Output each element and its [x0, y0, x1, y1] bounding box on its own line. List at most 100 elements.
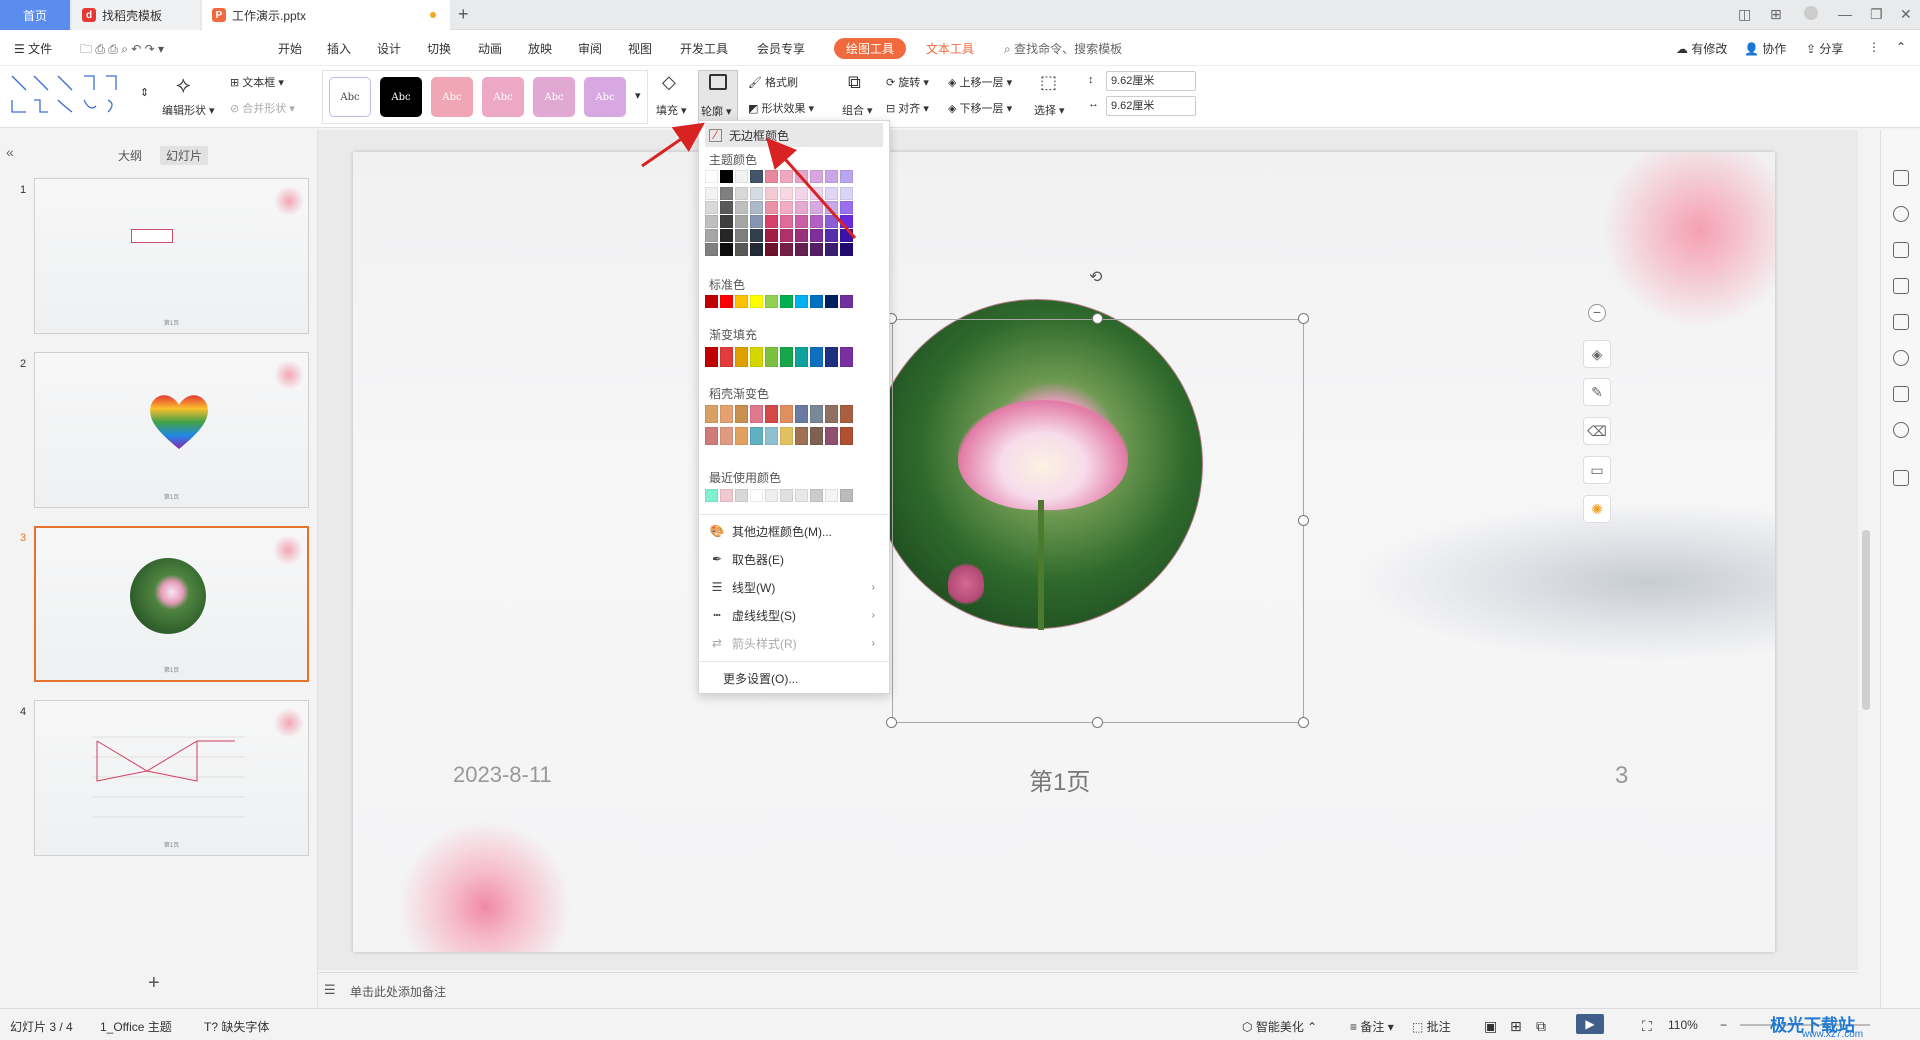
theme-shade-swatch[interactable]: [765, 229, 778, 242]
animation-icon[interactable]: [1893, 170, 1909, 186]
theme-shade-swatch[interactable]: [750, 243, 763, 256]
slide-thumb-3[interactable]: 第1页: [34, 526, 309, 682]
image-icon[interactable]: [1893, 314, 1909, 330]
pin-icon[interactable]: [1893, 242, 1909, 258]
docer-gradient-swatch[interactable]: [795, 427, 808, 445]
standard-color-swatch[interactable]: [840, 295, 853, 308]
theme-color-swatch[interactable]: [825, 170, 838, 183]
recent-color-swatch[interactable]: [840, 489, 853, 502]
theme-color-swatch[interactable]: [810, 170, 823, 183]
docer-gradient-swatch[interactable]: [795, 405, 808, 423]
theme-shade-swatch[interactable]: [780, 201, 793, 214]
gradient-color-swatch[interactable]: [720, 347, 733, 367]
tab-insert[interactable]: 插入: [327, 40, 351, 57]
theme-shade-swatch[interactable]: [825, 229, 838, 242]
notes-toggle-button[interactable]: ≡ 备注 ▾: [1350, 1018, 1394, 1035]
recent-color-swatch[interactable]: [810, 489, 823, 502]
file-menu[interactable]: ☰ 文件: [14, 40, 52, 57]
format-painter-button[interactable]: 🖌 格式刷: [748, 74, 798, 90]
standard-color-swatch[interactable]: [705, 295, 718, 308]
tab-view[interactable]: 视图: [628, 40, 652, 57]
zoom-out-icon[interactable]: −: [1720, 1018, 1727, 1032]
group-button[interactable]: 组合 ▾: [842, 102, 873, 118]
theme-shade-swatch[interactable]: [735, 201, 748, 214]
shape-style-2[interactable]: Abc: [380, 77, 422, 117]
theme-shade-swatch[interactable]: [795, 243, 808, 256]
resize-handle[interactable]: [886, 717, 897, 728]
theme-shade-swatch[interactable]: [750, 215, 763, 228]
docer-gradient-swatch[interactable]: [810, 427, 823, 445]
theme-shade-swatch[interactable]: [720, 243, 733, 256]
search-command[interactable]: ⌕ 查找命令、搜索模板: [1004, 40, 1122, 57]
theme-shade-swatch[interactable]: [840, 243, 853, 256]
theme-name[interactable]: 1_Office 主题: [100, 1018, 172, 1035]
standard-color-swatch[interactable]: [765, 295, 778, 308]
comment-button[interactable]: ⬚ 批注: [1412, 1018, 1451, 1035]
theme-shade-swatch[interactable]: [795, 201, 808, 214]
slide-footer-text[interactable]: 第1页: [1029, 762, 1090, 797]
collapse-ribbon-icon[interactable]: ⌃: [1896, 40, 1906, 54]
resize-handle[interactable]: [1298, 717, 1309, 728]
tab-animation[interactable]: 动画: [478, 40, 502, 57]
docer-gradient-swatch[interactable]: [765, 405, 778, 423]
theme-shade-swatch[interactable]: [840, 229, 853, 242]
theme-shade-swatch[interactable]: [840, 201, 853, 214]
docer-gradient-swatch[interactable]: [705, 405, 718, 423]
gradient-color-swatch[interactable]: [765, 347, 778, 367]
gradient-color-swatch[interactable]: [840, 347, 853, 367]
recent-color-swatch[interactable]: [720, 489, 733, 502]
standard-color-swatch[interactable]: [735, 295, 748, 308]
theme-shade-swatch[interactable]: [810, 201, 823, 214]
lightbulb-icon[interactable]: ✺: [1583, 495, 1611, 523]
theme-shade-swatch[interactable]: [705, 229, 718, 242]
shape-style-5[interactable]: Abc: [533, 77, 575, 117]
theme-shade-swatch[interactable]: [810, 187, 823, 200]
collab-button[interactable]: 👤 协作: [1744, 40, 1786, 57]
theme-color-swatch[interactable]: [840, 170, 853, 183]
docer-gradient-swatch[interactable]: [720, 427, 733, 445]
outline-float-icon[interactable]: ▭: [1583, 456, 1611, 484]
theme-shade-swatch[interactable]: [795, 187, 808, 200]
resize-handle[interactable]: [1298, 515, 1309, 526]
line-type-item[interactable]: ☰ 线型(W) ›: [705, 575, 883, 599]
restore-icon[interactable]: ❐: [1870, 6, 1883, 23]
theme-shade-swatch[interactable]: [780, 243, 793, 256]
theme-shade-swatch[interactable]: [825, 187, 838, 200]
smart-beautify-button[interactable]: ⬡ 智能美化 ⌃: [1242, 1018, 1317, 1035]
width-input[interactable]: 9.62厘米: [1106, 96, 1196, 116]
tab-slides[interactable]: 幻灯片: [160, 146, 209, 165]
dash-type-item[interactable]: ┅ 虚线线型(S) ›: [705, 603, 883, 627]
theme-shade-swatch[interactable]: [825, 201, 838, 214]
docer-gradient-swatch[interactable]: [750, 427, 763, 445]
more-border-colors-item[interactable]: 🎨 其他边框颜色(M)...: [705, 519, 883, 543]
docer-gradient-swatch[interactable]: [735, 427, 748, 445]
play-icon[interactable]: ▶: [1576, 1014, 1604, 1034]
docer-gradient-swatch[interactable]: [780, 405, 793, 423]
add-note-placeholder[interactable]: 单击此处添加备注: [350, 983, 446, 1000]
fit-window-icon[interactable]: ⛶: [1642, 1018, 1652, 1035]
theme-shade-swatch[interactable]: [810, 215, 823, 228]
theme-shade-swatch[interactable]: [840, 187, 853, 200]
theme-shade-swatch[interactable]: [765, 187, 778, 200]
gradient-color-swatch[interactable]: [825, 347, 838, 367]
minimize-icon[interactable]: —: [1838, 6, 1852, 22]
theme-color-swatch[interactable]: [780, 170, 793, 183]
docer-gradient-swatch[interactable]: [825, 427, 838, 445]
height-input[interactable]: 9.62厘米: [1106, 71, 1196, 91]
theme-shade-swatch[interactable]: [780, 215, 793, 228]
standard-color-swatch[interactable]: [720, 295, 733, 308]
docer-gradient-swatch[interactable]: [840, 405, 853, 423]
layout-icon[interactable]: ◫: [1738, 6, 1751, 23]
arrow-style-item[interactable]: ⇄ 箭头样式(R) ›: [705, 631, 883, 655]
theme-shade-swatch[interactable]: [795, 215, 808, 228]
rotate-handle-icon[interactable]: ⟲: [1089, 267, 1102, 287]
outline-button[interactable]: 轮廓 ▾: [698, 70, 738, 124]
style-more-icon[interactable]: ▾: [635, 89, 641, 102]
tab-document[interactable]: P 工作演示.pptx: [202, 0, 450, 30]
gradient-color-swatch[interactable]: [780, 347, 793, 367]
eyedropper-item[interactable]: ✒ 取色器(E): [705, 547, 883, 571]
new-tab-button[interactable]: +: [458, 4, 469, 25]
theme-shade-swatch[interactable]: [720, 187, 733, 200]
resize-handle[interactable]: [1092, 717, 1103, 728]
share-button[interactable]: ⇪ 分享: [1806, 40, 1843, 57]
